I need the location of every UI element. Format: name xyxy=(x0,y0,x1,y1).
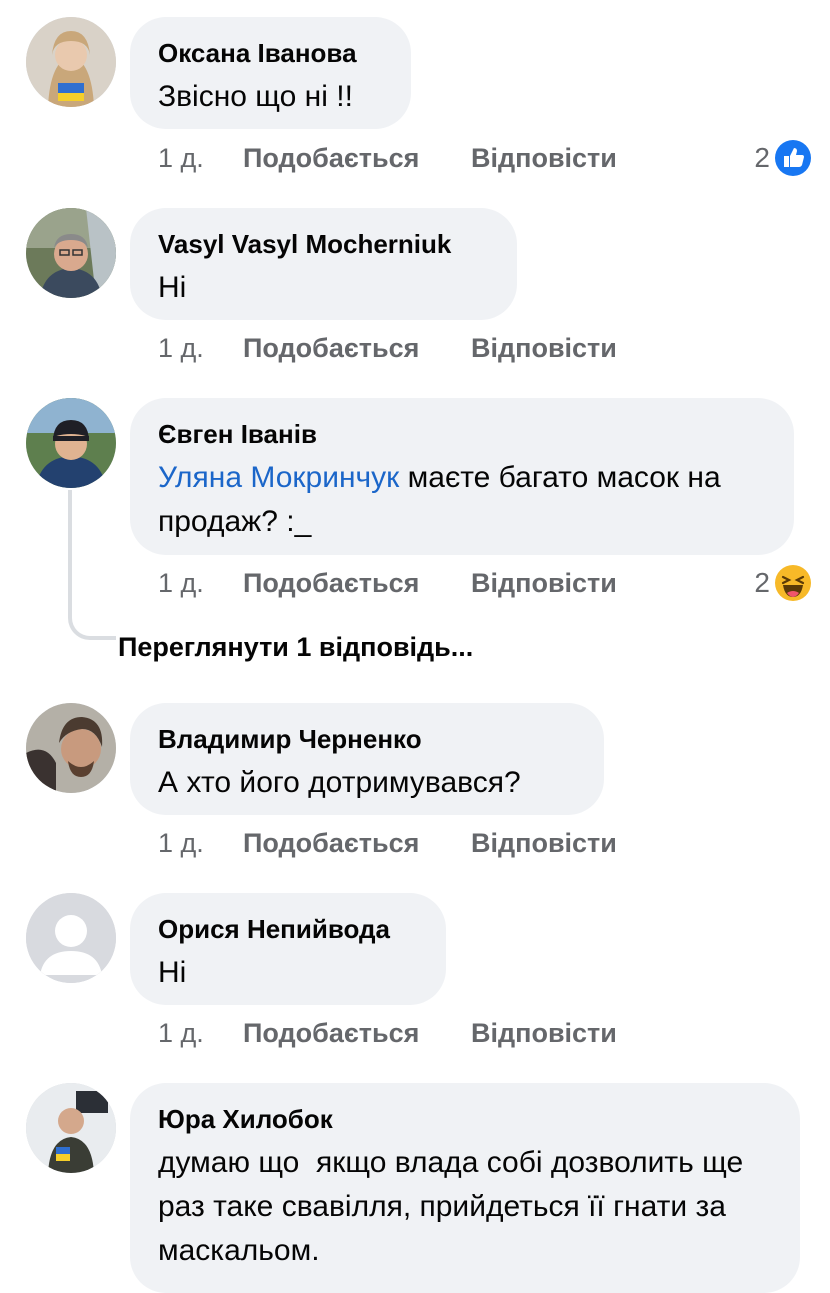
comment-time[interactable]: 1 д. xyxy=(158,1018,243,1049)
comment-author[interactable]: Євген Іванів xyxy=(158,418,766,450)
comment-text: Ні xyxy=(158,956,187,989)
default-avatar-icon xyxy=(26,893,116,983)
reaction-summary[interactable]: 2 xyxy=(754,563,812,603)
reaction-count: 2 xyxy=(754,567,770,598)
comment-bubble: Орися Непийвода Ні xyxy=(130,893,446,1005)
like-button[interactable]: Подобається xyxy=(243,333,471,364)
thread-line xyxy=(68,490,116,640)
reaction-summary[interactable]: 2 xyxy=(754,138,812,178)
reply-button[interactable]: Відповісти xyxy=(471,568,617,599)
comment-bubble: Владимир Черненко А хто його дотримувавс… xyxy=(130,703,604,815)
reply-button[interactable]: Відповісти xyxy=(471,1018,617,1049)
comment-time[interactable]: 1 д. xyxy=(158,143,243,174)
comment-bubble: Євген Іванів Уляна Мокринчук маєте багат… xyxy=(130,398,794,555)
comment-author[interactable]: Орися Непийвода xyxy=(158,913,418,945)
avatar[interactable] xyxy=(26,208,116,298)
comment-text: думаю що якщо влада собі дозволить ще ра… xyxy=(158,1146,752,1267)
comment-text: Ні xyxy=(158,271,187,304)
comment-author[interactable]: Vasyl Vasyl Mocherniuk xyxy=(158,228,489,260)
reaction-count: 2 xyxy=(754,142,770,173)
comment-author[interactable]: Юра Хилобок xyxy=(158,1103,772,1135)
comment-time[interactable]: 1 д. xyxy=(158,568,243,599)
comment-author[interactable]: Оксана Іванова xyxy=(158,37,383,69)
comment-bubble: Vasyl Vasyl Mocherniuk Ні xyxy=(130,208,517,320)
haha-icon xyxy=(774,564,812,602)
like-button[interactable]: Подобається xyxy=(243,568,471,599)
reply-button[interactable]: Відповісти xyxy=(471,828,617,859)
comment-author[interactable]: Владимир Черненко xyxy=(158,723,576,755)
avatar[interactable] xyxy=(26,893,116,983)
comment-actions: 1 д. Подобається Відповісти xyxy=(158,138,617,178)
comment-text: Звісно що ні !! xyxy=(158,80,353,113)
comment-time[interactable]: 1 д. xyxy=(158,828,243,859)
comment-text: А хто його дотримувався? xyxy=(158,766,521,799)
avatar[interactable] xyxy=(26,1083,116,1173)
view-replies-link[interactable]: Переглянути 1 відповідь... xyxy=(118,632,473,663)
mention-link[interactable]: Уляна Мокринчук xyxy=(158,461,399,494)
avatar[interactable] xyxy=(26,703,116,793)
reply-button[interactable]: Відповісти xyxy=(471,333,617,364)
comment-text: Уляна Мокринчук маєте багато масок на пр… xyxy=(158,456,766,544)
comment-actions: 1 д. Подобається Відповісти xyxy=(158,1013,617,1053)
like-button[interactable]: Подобається xyxy=(243,143,471,174)
like-icon xyxy=(774,139,812,177)
comment-bubble: Юра Хилобок думаю що якщо влада собі доз… xyxy=(130,1083,800,1293)
like-button[interactable]: Подобається xyxy=(243,1018,471,1049)
comment-actions: 1 д. Подобається Відповісти xyxy=(158,328,617,368)
comment-time[interactable]: 1 д. xyxy=(158,333,243,364)
avatar[interactable] xyxy=(26,17,116,107)
avatar[interactable] xyxy=(26,398,116,488)
like-button[interactable]: Подобається xyxy=(243,828,471,859)
reply-button[interactable]: Відповісти xyxy=(471,143,617,174)
comment-actions: 1 д. Подобається Відповісти xyxy=(158,563,617,603)
comment-bubble: Оксана Іванова Звісно що ні !! xyxy=(130,17,411,129)
comment-actions: 1 д. Подобається Відповісти xyxy=(158,823,617,863)
